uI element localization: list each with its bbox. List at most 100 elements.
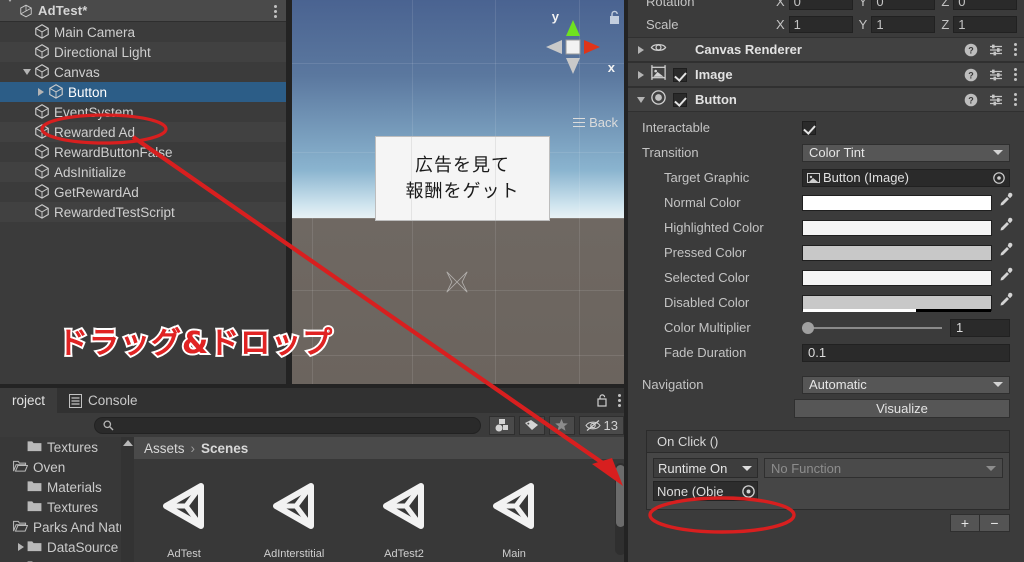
scene-view-label[interactable]: Back <box>573 115 618 130</box>
component-header-button[interactable]: Button? <box>628 87 1024 112</box>
transition-dropdown[interactable]: Color Tint <box>802 143 1010 162</box>
scene-fold-arrow[interactable] <box>6 0 14 20</box>
hierarchy-item-directional-light[interactable]: Directional Light <box>0 42 286 62</box>
asset-item[interactable]: AdTest2 <box>368 475 440 560</box>
folder-tree-item-textures[interactable]: Textures <box>0 497 134 517</box>
hierarchy-item-button[interactable]: Button <box>0 82 286 102</box>
navigation-dropdown[interactable]: Automatic <box>802 375 1010 394</box>
kebab-menu-icon[interactable] <box>1014 41 1018 58</box>
hidden-objects-count[interactable]: 13 <box>578 415 624 435</box>
eyedropper-button[interactable] <box>998 292 1024 313</box>
hierarchy-item-adsinitialize[interactable]: AdsInitialize <box>0 162 286 182</box>
search-input[interactable] <box>94 416 481 434</box>
folder-tree-item-parks-and-natu[interactable]: Parks And Natu <box>0 517 134 537</box>
pressed-color-swatch[interactable] <box>802 244 992 261</box>
remove-event-button[interactable]: − <box>980 514 1010 532</box>
kebab-menu-icon[interactable] <box>274 3 278 20</box>
color-multiplier-slider[interactable] <box>802 321 942 334</box>
scene-orientation-gizmo[interactable] <box>536 10 610 84</box>
normal-color-swatch[interactable] <box>802 194 992 211</box>
add-event-button[interactable]: + <box>950 514 980 532</box>
rotation-x-field[interactable]: 0 <box>788 0 853 10</box>
disabled-color-swatch[interactable] <box>802 294 992 312</box>
transform-rotation-row[interactable]: Rotation X 0 Y 0 Z 0 <box>628 0 1024 10</box>
color-multiplier-row[interactable]: Color Multiplier 1 <box>628 315 1024 340</box>
panel-divider-horizontal[interactable] <box>0 384 628 388</box>
fade-duration-field[interactable]: 0.1 <box>802 343 1010 362</box>
scale-x-field[interactable]: 1 <box>788 15 853 33</box>
highlighted-color-swatch[interactable] <box>802 219 992 236</box>
eyedropper-icon[interactable] <box>998 192 1014 208</box>
folder-tree-scrollbar[interactable] <box>121 437 134 562</box>
eyedropper-icon[interactable] <box>998 267 1014 283</box>
pressed-color-row[interactable]: Pressed Color <box>628 240 1024 265</box>
target-graphic-row[interactable]: Target Graphic Button (Image) <box>628 165 1024 190</box>
eyedropper-icon[interactable] <box>998 217 1014 233</box>
eyedropper-icon[interactable] <box>998 292 1014 308</box>
scene-view[interactable]: 広告を見て 報酬をゲット y x Back <box>292 0 628 388</box>
transition-row[interactable]: Transition Color Tint <box>628 140 1024 165</box>
rotation-y-field[interactable]: 0 <box>871 0 936 10</box>
eyedropper-button[interactable] <box>998 217 1024 238</box>
unlock-icon[interactable] <box>608 10 621 25</box>
asset-type-filter-icon[interactable] <box>488 415 515 435</box>
visualize-button[interactable]: Visualize <box>794 399 1010 418</box>
kebab-menu-icon[interactable] <box>618 392 622 409</box>
folder-tree-item-materials[interactable]: Materials <box>0 477 134 497</box>
object-picker-icon[interactable] <box>742 484 755 498</box>
runtime-mode-dropdown[interactable]: Runtime On <box>653 458 758 478</box>
tab-console[interactable]: Console <box>57 388 150 413</box>
component-enabled-checkbox[interactable] <box>673 67 687 82</box>
component-header-image[interactable]: Image? <box>628 62 1024 87</box>
color-multiplier-value[interactable]: 1 <box>950 318 1010 337</box>
component-foldout-arrow[interactable] <box>634 45 648 54</box>
preset-icon[interactable] <box>989 93 1003 107</box>
kebab-menu-icon[interactable] <box>1014 66 1018 83</box>
normal-color-row[interactable]: Normal Color <box>628 190 1024 215</box>
eyedropper-button[interactable] <box>998 242 1024 263</box>
hierarchy-item-rewardedtestscript[interactable]: RewardedTestScript <box>0 202 286 222</box>
twisty-arrow[interactable] <box>20 69 34 75</box>
hierarchy-scene-header[interactable]: AdTest* <box>0 0 286 22</box>
hierarchy-item-getrewardad[interactable]: GetRewardAd <box>0 182 286 202</box>
help-icon[interactable]: ? <box>964 43 978 57</box>
eyedropper-button[interactable] <box>998 192 1024 213</box>
on-click-object-field[interactable]: None (Obje <box>653 481 758 501</box>
object-picker-icon[interactable] <box>993 171 1005 184</box>
function-dropdown[interactable]: No Function <box>764 458 1003 478</box>
fade-duration-row[interactable]: Fade Duration 0.1 <box>628 340 1024 365</box>
component-enabled-checkbox[interactable] <box>673 92 687 107</box>
hierarchy-item-rewardbuttonfalse[interactable]: RewardButtonFalse <box>0 142 286 162</box>
hierarchy-item-rewarded-ad[interactable]: Rewarded Ad <box>0 122 286 142</box>
preset-icon[interactable] <box>989 43 1003 57</box>
eyedropper-button[interactable] <box>998 267 1024 288</box>
tab-project[interactable]: roject <box>0 388 58 413</box>
folder-tree-item-oven[interactable]: Oven <box>0 457 134 477</box>
eyedropper-icon[interactable] <box>998 242 1014 258</box>
highlighted-color-row[interactable]: Highlighted Color <box>628 215 1024 240</box>
rotation-z-field[interactable]: 0 <box>953 0 1018 10</box>
folder-tree-item-prefab[interactable]: Prefab <box>0 557 134 562</box>
kebab-menu-icon[interactable] <box>1014 91 1018 108</box>
breadcrumb-item-scenes[interactable]: Scenes <box>201 441 248 456</box>
asset-item[interactable]: AdInterstitial <box>258 475 330 560</box>
selected-color-row[interactable]: Selected Color <box>628 265 1024 290</box>
hierarchy-item-canvas[interactable]: Canvas <box>0 62 286 82</box>
component-foldout-arrow[interactable] <box>634 96 648 103</box>
target-graphic-objectfield[interactable]: Button (Image) <box>802 168 1010 187</box>
scale-y-field[interactable]: 1 <box>871 15 936 33</box>
asset-item[interactable]: AdTest <box>148 475 220 560</box>
folder-tree-item-textures[interactable]: Textures <box>0 437 134 457</box>
interactable-checkbox[interactable] <box>802 120 816 135</box>
twisty-arrow[interactable] <box>34 88 48 96</box>
lock-icon[interactable] <box>597 394 608 407</box>
favorite-star-icon[interactable] <box>548 415 575 435</box>
scale-z-field[interactable]: 1 <box>953 15 1018 33</box>
help-icon[interactable]: ? <box>964 68 978 82</box>
preset-icon[interactable] <box>989 68 1003 82</box>
selected-color-swatch[interactable] <box>802 269 992 286</box>
hierarchy-item-main-camera[interactable]: Main Camera <box>0 22 286 42</box>
transform-scale-row[interactable]: Scale X 1 Y 1 Z 1 <box>628 14 1024 34</box>
label-filter-icon[interactable] <box>518 415 545 435</box>
navigation-row[interactable]: Navigation Automatic <box>628 372 1024 397</box>
